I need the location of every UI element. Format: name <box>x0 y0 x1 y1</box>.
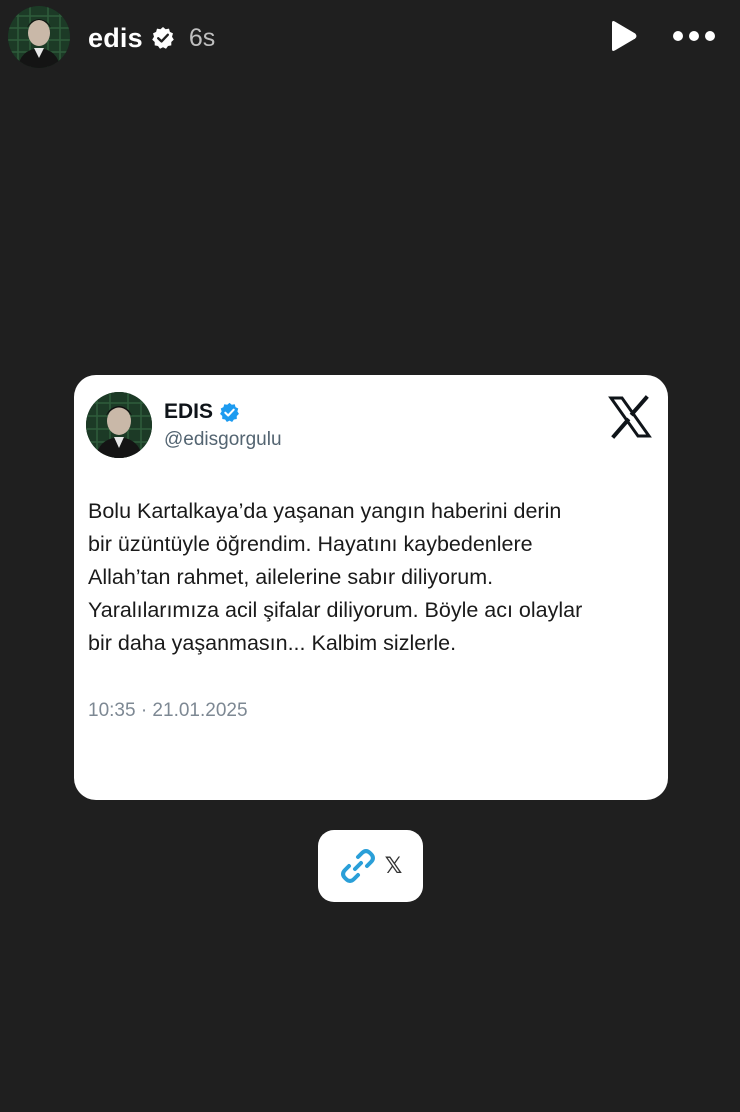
tweet-text-line: bir daha yaşanmasın... Kalbim sizlerle. <box>88 631 457 655</box>
tweet-name-row: EDIS <box>164 400 240 424</box>
tweet-avatar-image <box>86 392 152 458</box>
avatar-image <box>8 6 70 68</box>
more-options-icon[interactable] <box>670 22 718 50</box>
x-logo-icon <box>608 395 652 439</box>
link-sticker[interactable]: 𝕏 <box>318 830 423 902</box>
verified-badge-icon <box>219 402 240 423</box>
story-username[interactable]: edis <box>88 23 143 54</box>
play-icon[interactable] <box>604 18 640 54</box>
tweet-handle: @edisgorgulu <box>164 429 282 450</box>
tweet-card: EDIS @edisgorgulu Bolu Kartalkaya’da yaş… <box>74 375 668 800</box>
link-sticker-label: 𝕏 <box>384 853 403 878</box>
tweet-timestamp: 10:35 · 21.01.2025 <box>88 700 248 721</box>
link-icon <box>339 847 377 885</box>
story-time: 6s <box>188 23 216 52</box>
tweet-text-line: bir üzüntüyle öğrendim. Hayatını kaybede… <box>88 532 533 556</box>
tweet-avatar <box>86 392 152 458</box>
story-user: edis 6s <box>88 20 215 56</box>
story-avatar[interactable] <box>8 6 70 68</box>
tweet-text-line: Allah’tan rahmet, ailelerine sabır diliy… <box>88 565 494 589</box>
tweet-text: Bolu Kartalkaya’da yaşanan yangın haberi… <box>88 495 658 660</box>
tweet-text-line: Yaralılarımıza acil şifalar diliyorum. B… <box>88 598 583 622</box>
story-header: edis 6s <box>0 0 740 74</box>
verified-badge-icon <box>151 26 175 50</box>
tweet-text-line: Bolu Kartalkaya’da yaşanan yangın haberi… <box>88 499 562 523</box>
tweet-display-name: EDIS <box>164 400 214 423</box>
